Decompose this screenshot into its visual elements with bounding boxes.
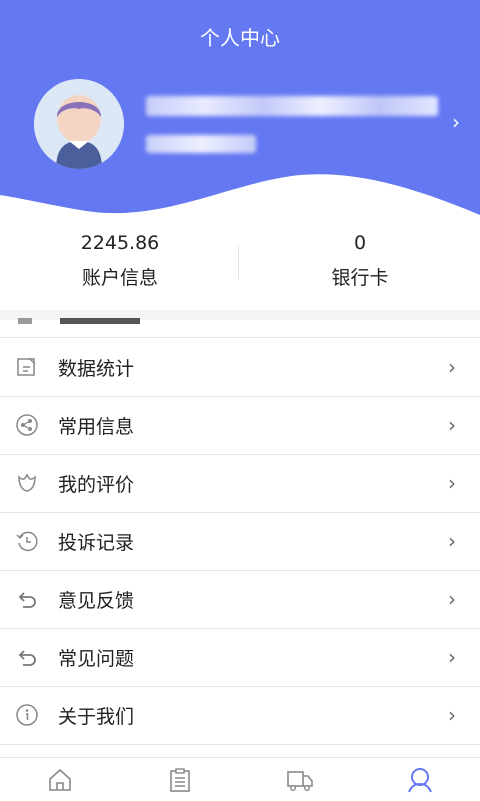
tab-profile[interactable]	[360, 758, 480, 801]
scrolled-row-partial	[0, 318, 480, 338]
menu-item-label: 常用信息	[58, 415, 135, 438]
menu-item-complaints[interactable]: 投诉记录 ›	[0, 512, 480, 571]
menu-item-label: 意见反馈	[58, 589, 135, 612]
clipboard-icon	[170, 767, 190, 792]
truck-icon	[287, 770, 313, 791]
info-icon	[16, 704, 38, 726]
stat-value: 0	[353, 232, 367, 254]
tab-orders[interactable]	[120, 758, 240, 801]
menu-item-label: 数据统计	[58, 357, 135, 380]
menu-item-label: 投诉记录	[58, 531, 135, 554]
chevron-right-icon: ›	[448, 529, 456, 553]
menu-item-faq[interactable]: 常见问题 ›	[0, 628, 480, 687]
tab-delivery[interactable]	[240, 758, 360, 801]
undo-icon	[18, 592, 36, 608]
chevron-right-icon: ›	[448, 355, 456, 379]
menu-item-common-info[interactable]: 常用信息 ›	[0, 396, 480, 455]
home-icon	[49, 768, 71, 791]
avatar[interactable]	[34, 79, 124, 169]
stat-label: 银行卡	[331, 267, 389, 289]
menu-item-label: 关于我们	[58, 705, 135, 728]
bottom-tab-bar	[0, 757, 480, 801]
menu-item-data-stats[interactable]: 数据统计 ›	[0, 338, 480, 397]
user-icon	[408, 767, 432, 792]
chevron-right-icon: ›	[448, 703, 456, 727]
menu-item-label: 我的评价	[58, 473, 135, 496]
stat-bank-card[interactable]: 0 银行卡	[240, 224, 480, 310]
flower-icon	[18, 473, 36, 492]
stat-label: 账户信息	[81, 267, 158, 289]
menu-item-feedback[interactable]: 意见反馈 ›	[0, 570, 480, 629]
chevron-right-icon: ›	[448, 413, 456, 437]
avatar-illustration-icon	[34, 79, 124, 169]
user-id-blurred	[146, 135, 256, 153]
history-icon	[16, 531, 38, 552]
user-name-blurred	[146, 96, 438, 116]
share-icon	[16, 414, 38, 436]
page-title: 个人中心	[200, 26, 280, 50]
partial-row-fragment-icon	[18, 318, 140, 324]
profile-header: 个人中心 ›	[0, 0, 480, 230]
stats-divider	[238, 245, 239, 279]
menu-item-my-reviews[interactable]: 我的评价 ›	[0, 454, 480, 513]
chevron-right-icon: ›	[448, 471, 456, 495]
stat-value: 2245.86	[80, 232, 160, 254]
profile-chevron-right-icon[interactable]: ›	[452, 110, 460, 134]
account-stats: 2245.86 账户信息 0 银行卡	[0, 224, 480, 310]
tab-home[interactable]	[0, 758, 120, 801]
menu-item-label: 常见问题	[58, 647, 135, 670]
menu-item-about-us[interactable]: 关于我们 ›	[0, 686, 480, 745]
edit-icon	[17, 357, 36, 376]
chevron-right-icon: ›	[448, 645, 456, 669]
chevron-right-icon: ›	[448, 587, 456, 611]
stat-account-info[interactable]: 2245.86 账户信息	[0, 224, 240, 310]
undo-icon	[18, 650, 36, 666]
